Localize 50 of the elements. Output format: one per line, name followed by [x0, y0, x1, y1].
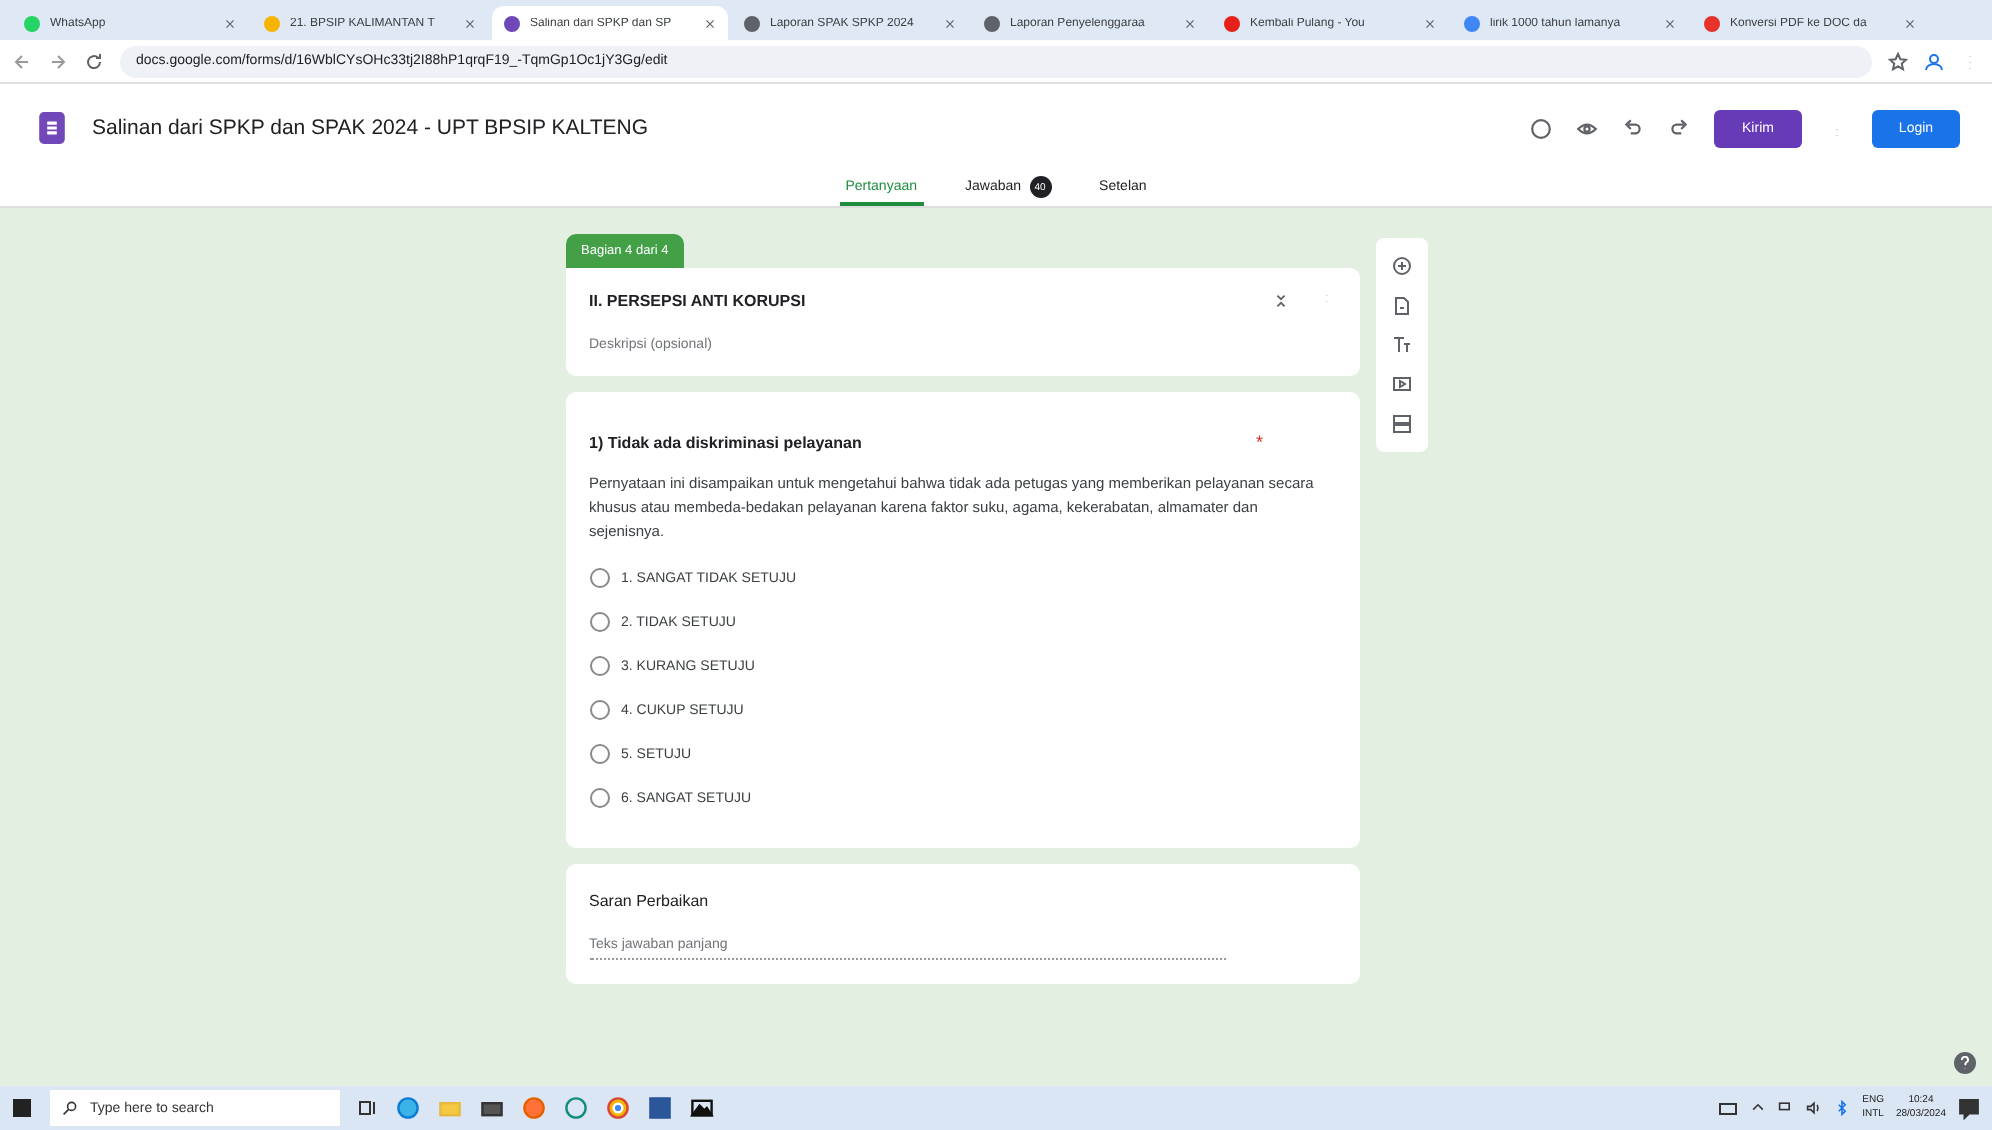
edge-icon[interactable] — [396, 1096, 420, 1120]
keyboard-icon[interactable] — [1718, 1098, 1739, 1118]
photos-icon[interactable] — [690, 1096, 714, 1120]
radio-button[interactable] — [589, 612, 609, 632]
text-icon[interactable] — [1391, 334, 1411, 355]
import-icon[interactable] — [1391, 295, 1411, 316]
close-icon[interactable] — [944, 17, 956, 29]
profile-icon[interactable] — [1924, 51, 1944, 71]
question-title: Saran Perbaikan — [589, 892, 711, 910]
back-icon[interactable] — [12, 51, 32, 71]
reload-icon[interactable] — [84, 51, 104, 71]
forms-logo-icon[interactable] — [36, 112, 68, 144]
close-icon[interactable] — [1664, 17, 1676, 29]
form-title: Salinan dari SPKP dan SPAK 2024 - UPT BPSIP KALTENG — [92, 116, 651, 140]
question-title: 1) Tidak ada diskriminasi pelayanan — [589, 433, 864, 451]
volume-icon[interactable] — [1806, 1100, 1823, 1116]
section-icon[interactable] — [1391, 414, 1411, 435]
network-icon[interactable] — [1778, 1100, 1795, 1116]
redo-icon[interactable] — [1668, 117, 1690, 139]
bluetooth-icon[interactable] — [1834, 1100, 1851, 1116]
radio-button[interactable] — [589, 744, 609, 764]
collapse-icon[interactable] — [1271, 292, 1289, 310]
section-title: II. PERSEPSI ANTI KORUPSI — [589, 292, 808, 310]
help-icon[interactable] — [1954, 1052, 1976, 1074]
word-icon[interactable] — [648, 1096, 672, 1120]
close-icon[interactable] — [1904, 17, 1916, 29]
radio-button[interactable] — [589, 700, 609, 720]
chevron-up-icon[interactable] — [1750, 1100, 1767, 1116]
add-icon[interactable] — [1391, 255, 1411, 276]
forward-icon[interactable] — [48, 51, 68, 71]
radio-button[interactable] — [589, 568, 609, 588]
close-icon[interactable] — [704, 17, 716, 29]
undo-icon[interactable] — [1622, 117, 1644, 139]
firefox-icon[interactable] — [522, 1096, 546, 1120]
search-icon[interactable] — [62, 1100, 78, 1116]
video-icon[interactable] — [1391, 374, 1411, 395]
notification-icon[interactable] — [1958, 1097, 1980, 1119]
whatsapp-icon[interactable] — [564, 1096, 588, 1120]
chrome-icon[interactable] — [606, 1096, 630, 1120]
mail-icon[interactable] — [480, 1096, 504, 1120]
windows-icon[interactable] — [12, 1098, 32, 1118]
radio-button[interactable] — [589, 788, 609, 808]
task-view-icon[interactable] — [358, 1098, 378, 1118]
close-icon[interactable] — [224, 17, 236, 29]
close-icon[interactable] — [1184, 17, 1196, 29]
close-icon[interactable] — [464, 17, 476, 29]
required-mark: * — [1255, 432, 1263, 452]
star-icon[interactable] — [1888, 51, 1908, 71]
close-icon[interactable] — [1424, 17, 1436, 29]
radio-button[interactable] — [589, 656, 609, 676]
